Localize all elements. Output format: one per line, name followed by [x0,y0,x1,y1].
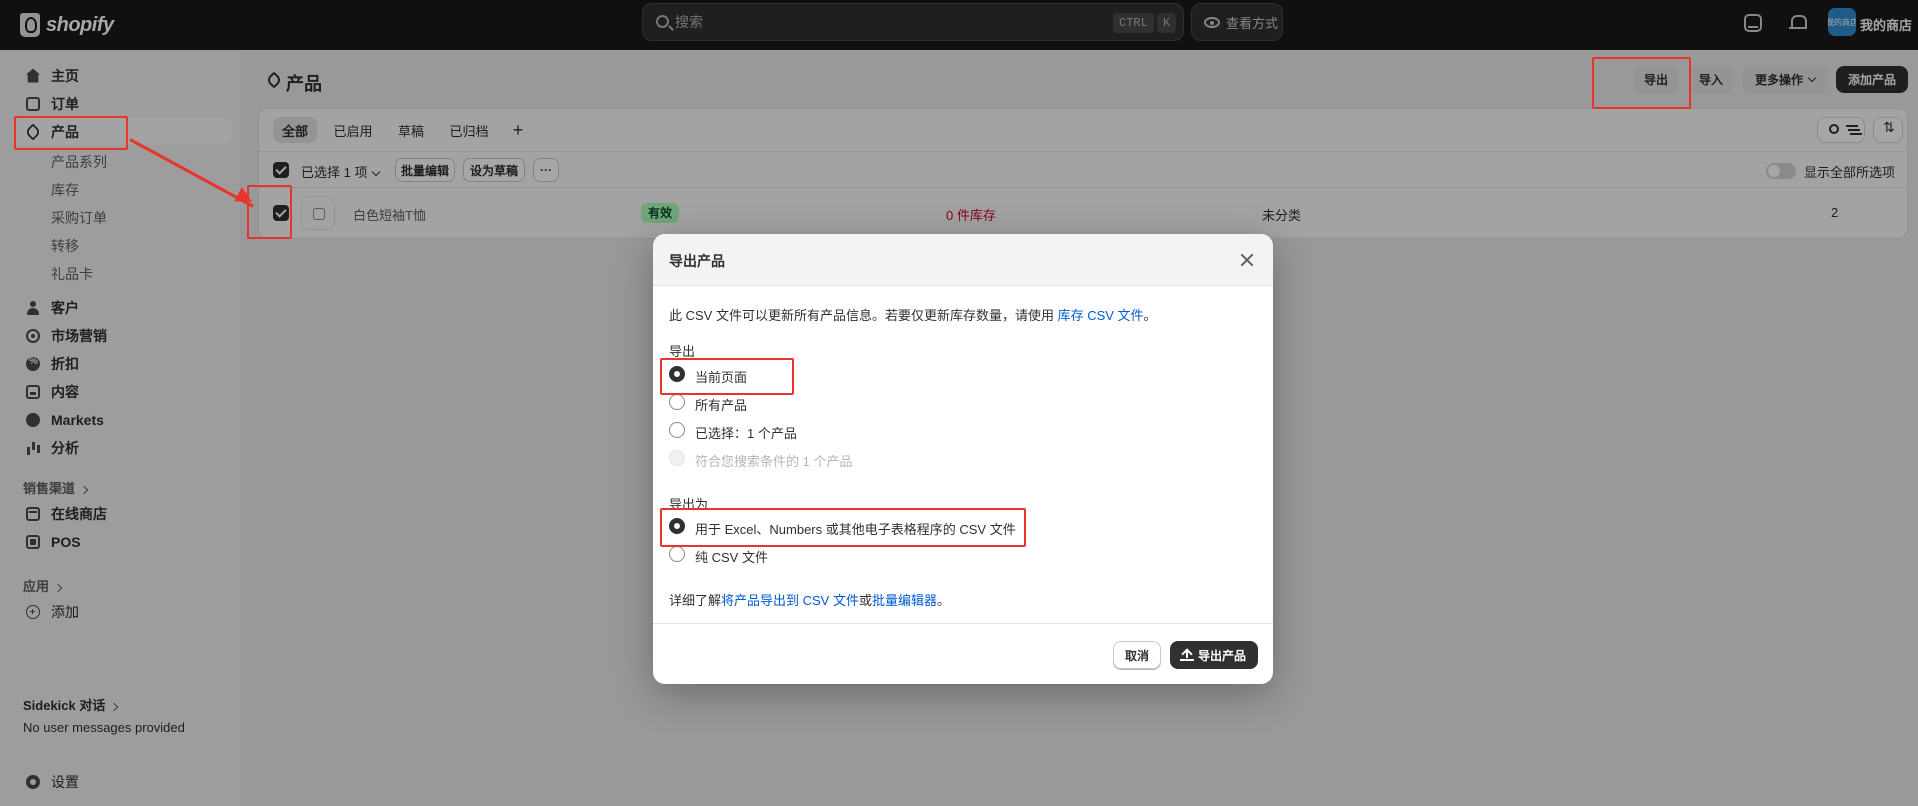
radio-button[interactable] [669,422,685,438]
highlight-current-page-option [660,358,794,395]
radio-button-disabled [669,450,685,466]
upload-base-icon [1180,659,1194,661]
dialog-header: 导出产品 [653,234,1273,286]
radio-label: 已选择：1 个产品 [695,426,797,441]
export-products-label: 导出产品 [1197,648,1246,663]
cancel-button[interactable]: 取消 [1113,641,1161,669]
description-text: 此 CSV 文件可以更新所有产品信息。若要仅更新库存数量，请使用 [669,308,1058,323]
learn-more-text: 详细了解将产品导出到 CSV 文件或批量编辑器。 [669,590,950,609]
radio-button[interactable] [669,546,685,562]
learn-more-mid: 或 [858,593,872,608]
bulk-editor-help-link[interactable]: 批量编辑器 [872,593,937,608]
inventory-csv-link[interactable]: 库存 CSV 文件 [1058,308,1144,323]
radio-button[interactable] [669,394,685,410]
export-products-button[interactable]: 导出产品 [1170,641,1258,669]
export-csv-help-link[interactable]: 将产品导出到 CSV 文件 [721,593,859,608]
dialog-title: 导出产品 [669,253,725,269]
highlight-products-nav [14,116,128,150]
radio-label: 纯 CSV 文件 [695,550,768,565]
radio-label: 符合您搜索条件的 1 个产品 [695,454,853,469]
export-products-dialog: 导出产品 此 CSV 文件可以更新所有产品信息。若要仅更新库存数量，请使用 库存… [653,234,1273,684]
highlight-excel-csv-option [660,508,1026,547]
dialog-footer: 取消 导出产品 [653,623,1273,684]
dialog-description: 此 CSV 文件可以更新所有产品信息。若要仅更新库存数量，请使用 库存 CSV … [669,305,1157,324]
close-icon[interactable] [1240,253,1254,267]
learn-more-prefix: 详细了解 [669,593,722,608]
highlight-export-button [1592,57,1691,109]
radio-label: 所有产品 [695,398,748,413]
learn-more-suffix: 。 [937,593,951,608]
description-suffix: 。 [1143,308,1157,323]
highlight-row-checkbox [247,185,292,239]
